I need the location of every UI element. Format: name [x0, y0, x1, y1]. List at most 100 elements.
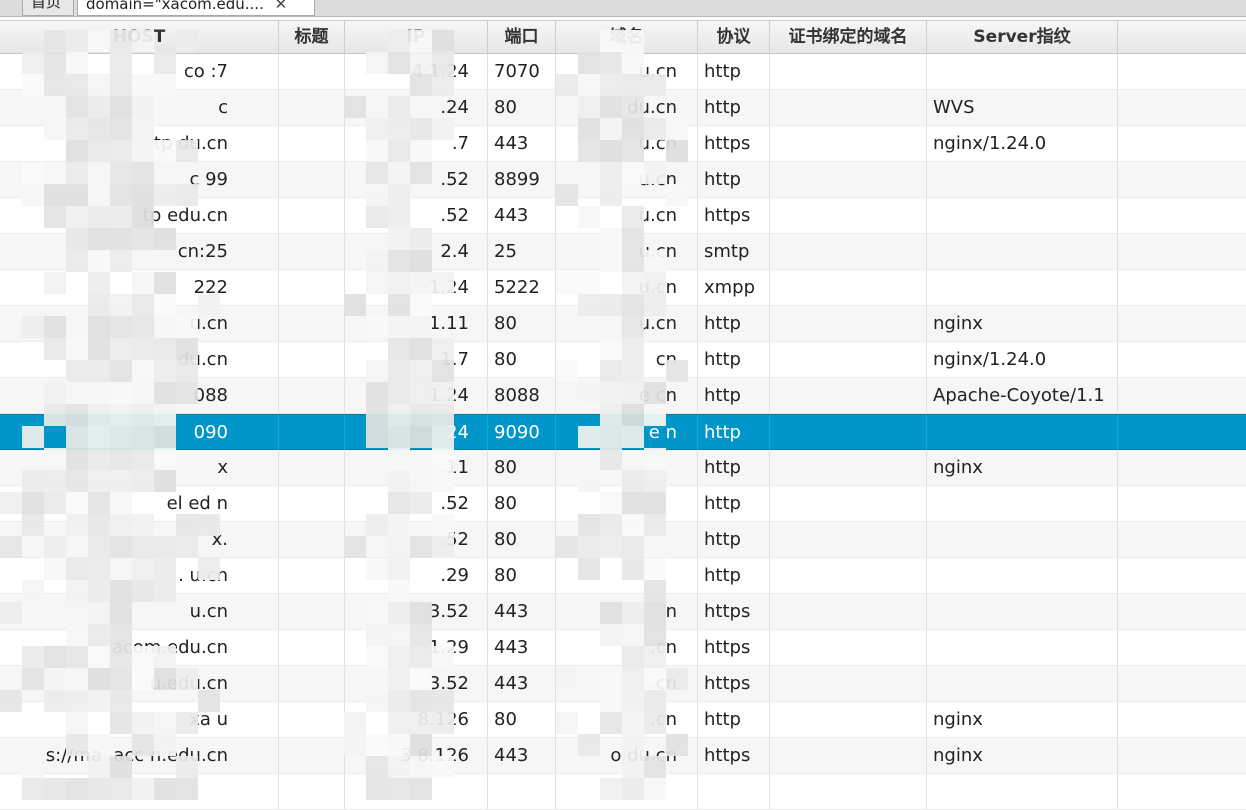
- column-header-cert-domain[interactable]: 证书绑定的域名: [770, 21, 927, 54]
- port-cell[interactable]: 5222: [488, 270, 556, 305]
- domain-cell[interactable]: e n: [556, 415, 698, 450]
- protocol-cell[interactable]: http: [698, 702, 770, 737]
- port-cell[interactable]: 7070: [488, 54, 556, 89]
- server-cell[interactable]: nginx: [927, 450, 1118, 485]
- host-cell[interactable]: co :7: [0, 54, 279, 89]
- port-cell[interactable]: 80: [488, 522, 556, 557]
- cert-domain-cell[interactable]: [770, 630, 927, 665]
- cert-domain-cell[interactable]: [770, 415, 927, 450]
- cert-domain-cell[interactable]: [770, 774, 927, 809]
- protocol-cell[interactable]: http: [698, 415, 770, 450]
- cert-domain-cell[interactable]: [770, 594, 927, 629]
- host-cell[interactable]: s://ma .acc n.edu.cn: [0, 738, 279, 773]
- close-icon[interactable]: ✕: [275, 0, 288, 13]
- cert-domain-cell[interactable]: [770, 54, 927, 89]
- protocol-cell[interactable]: https: [698, 738, 770, 773]
- cert-domain-cell[interactable]: [770, 126, 927, 161]
- server-cell[interactable]: [927, 486, 1118, 521]
- protocol-cell[interactable]: smtp: [698, 234, 770, 269]
- host-cell[interactable]: 222: [0, 270, 279, 305]
- host-cell[interactable]: c: [0, 90, 279, 125]
- cert-domain-cell[interactable]: [770, 342, 927, 377]
- protocol-cell[interactable]: [698, 774, 770, 809]
- host-cell[interactable]: u.edu.cn: [0, 666, 279, 701]
- ip-cell[interactable]: 1.11: [345, 306, 488, 341]
- port-cell[interactable]: 25: [488, 234, 556, 269]
- host-cell[interactable]: du.cn: [0, 342, 279, 377]
- port-cell[interactable]: 443: [488, 630, 556, 665]
- cert-domain-cell[interactable]: [770, 162, 927, 197]
- title-cell[interactable]: [279, 162, 345, 197]
- column-header-server[interactable]: Server指纹: [927, 21, 1118, 54]
- protocol-cell[interactable]: http: [698, 378, 770, 413]
- title-cell[interactable]: [279, 126, 345, 161]
- ip-cell[interactable]: 2.4: [345, 234, 488, 269]
- domain-cell[interactable]: .cn: [556, 702, 698, 737]
- title-cell[interactable]: [279, 666, 345, 701]
- server-cell[interactable]: [927, 415, 1118, 450]
- domain-cell[interactable]: [556, 522, 698, 557]
- ip-cell[interactable]: 3.52: [345, 666, 488, 701]
- column-header-host[interactable]: HOST: [0, 21, 279, 54]
- host-cell[interactable]: c 99: [0, 162, 279, 197]
- host-cell[interactable]: u.cn: [0, 306, 279, 341]
- host-cell[interactable]: tp du.cn: [0, 126, 279, 161]
- cert-domain-cell[interactable]: [770, 558, 927, 593]
- table-row[interactable]: 222 1.24 5222 u.cn xmpp: [0, 270, 1246, 306]
- ip-cell[interactable]: .52: [345, 522, 488, 557]
- title-cell[interactable]: [279, 774, 345, 809]
- ip-cell[interactable]: [345, 774, 488, 809]
- domain-cell[interactable]: [556, 450, 698, 485]
- domain-cell[interactable]: u.cn: [556, 198, 698, 233]
- server-cell[interactable]: [927, 558, 1118, 593]
- host-cell[interactable]: cn:25: [0, 234, 279, 269]
- protocol-cell[interactable]: https: [698, 594, 770, 629]
- ip-cell[interactable]: 1.24: [345, 270, 488, 305]
- tab-domain-query[interactable]: domain="xacom.edu.... ✕: [77, 0, 315, 16]
- title-cell[interactable]: [279, 450, 345, 485]
- domain-cell[interactable]: u.cn: [556, 126, 698, 161]
- port-cell[interactable]: 443: [488, 666, 556, 701]
- host-cell[interactable]: x: [0, 450, 279, 485]
- ip-cell[interactable]: .11: [345, 450, 488, 485]
- ip-cell[interactable]: .29: [345, 558, 488, 593]
- cert-domain-cell[interactable]: [770, 522, 927, 557]
- port-cell[interactable]: 443: [488, 126, 556, 161]
- title-cell[interactable]: [279, 415, 345, 450]
- title-cell[interactable]: [279, 558, 345, 593]
- domain-cell[interactable]: u.cn: [556, 270, 698, 305]
- table-row[interactable]: x. .52 80 http: [0, 522, 1246, 558]
- cert-domain-cell[interactable]: [770, 486, 927, 521]
- server-cell[interactable]: WVS: [927, 90, 1118, 125]
- server-cell[interactable]: [927, 162, 1118, 197]
- title-cell[interactable]: [279, 198, 345, 233]
- domain-cell[interactable]: u.cn: [556, 306, 698, 341]
- cert-domain-cell[interactable]: [770, 738, 927, 773]
- port-cell[interactable]: 443: [488, 594, 556, 629]
- port-cell[interactable]: [488, 774, 556, 809]
- table-row[interactable]: u.cn 1.11 80 u.cn http nginx: [0, 306, 1246, 342]
- server-cell[interactable]: [927, 522, 1118, 557]
- domain-cell[interactable]: [556, 486, 698, 521]
- title-cell[interactable]: [279, 90, 345, 125]
- title-cell[interactable]: [279, 594, 345, 629]
- protocol-cell[interactable]: http: [698, 306, 770, 341]
- ip-cell[interactable]: .52: [345, 162, 488, 197]
- server-cell[interactable]: nginx/1.24.0: [927, 342, 1118, 377]
- domain-cell[interactable]: u.cn: [556, 54, 698, 89]
- cert-domain-cell[interactable]: [770, 306, 927, 341]
- server-cell[interactable]: [927, 666, 1118, 701]
- port-cell[interactable]: 80: [488, 450, 556, 485]
- host-cell[interactable]: 090: [0, 415, 279, 450]
- domain-cell[interactable]: [556, 558, 698, 593]
- server-cell[interactable]: [927, 234, 1118, 269]
- title-cell[interactable]: [279, 54, 345, 89]
- ip-cell[interactable]: 1.7: [345, 342, 488, 377]
- port-cell[interactable]: 80: [488, 306, 556, 341]
- port-cell[interactable]: 9090: [488, 415, 556, 450]
- title-cell[interactable]: [279, 702, 345, 737]
- column-header-port[interactable]: 端口: [488, 21, 556, 54]
- ip-cell[interactable]: .52: [345, 486, 488, 521]
- table-row[interactable]: tp du.cn .7 443 u.cn https nginx/1.24.0: [0, 126, 1246, 162]
- title-cell[interactable]: [279, 486, 345, 521]
